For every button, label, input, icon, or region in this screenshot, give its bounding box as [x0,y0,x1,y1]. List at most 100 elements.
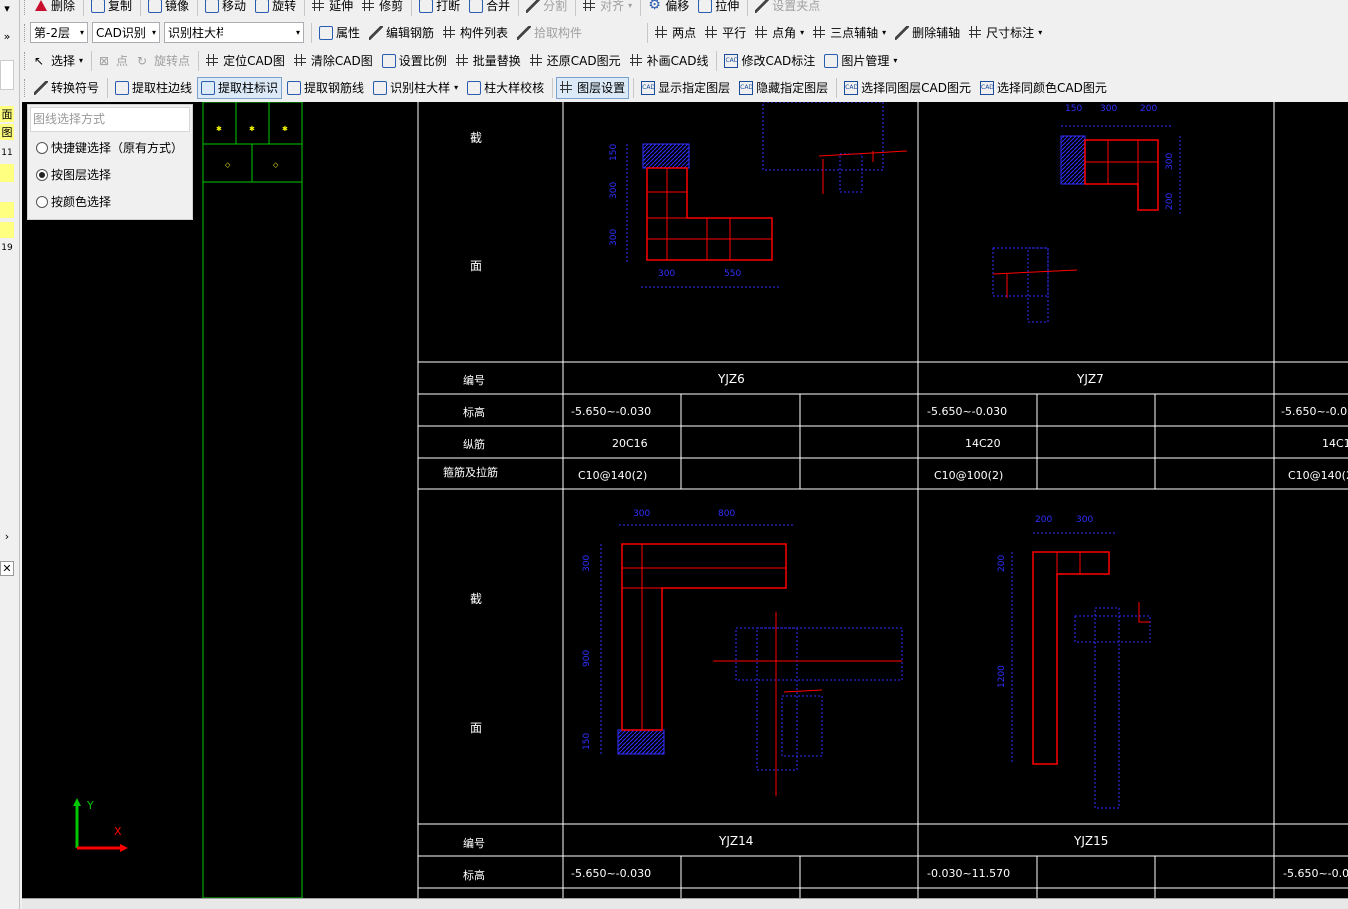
select-same-color-button[interactable]: CAD 选择同颜色CAD图元 [976,77,1111,99]
col-detail-check-button[interactable]: 柱大样校核 [463,77,548,99]
column-name-yjz6: YJZ6 [717,372,745,386]
batch-replace-button[interactable]: 批量替换 [452,50,525,72]
ucs-axis-icon: Y X [73,798,128,852]
set-grip-button[interactable]: 设置夹点 [751,0,824,17]
restore-cad-button[interactable]: 还原CAD图元 [526,50,625,72]
component-list-button[interactable]: 构件列表 [439,22,512,44]
edit-rebar-button[interactable]: 编辑钢筋 [365,22,438,44]
recognize-col-detail-button[interactable]: 识别柱大样 ▾ [369,77,462,99]
patch-cad-button[interactable]: 补画CAD线 [626,50,713,72]
copy-button[interactable]: 复制 [87,0,136,17]
break-button[interactable]: 打断 [415,0,464,17]
rotate-icon [255,0,270,13]
split-button[interactable]: 分割 [522,0,571,17]
label-section-top-1: 截 [470,131,482,145]
dimension-button[interactable]: 尺寸标注 ▾ [965,22,1046,44]
dim-yjz15-300: 300 [1076,515,1093,525]
pick-component-button[interactable]: 拾取构件 [513,22,586,44]
extract-col-edge-button[interactable]: 提取柱边线 [111,77,196,99]
section-yjz15[interactable]: 200 300 200 1200 [997,515,1151,809]
image-manage-button[interactable]: 图片管理 ▾ [820,50,901,72]
three-point-axis-button[interactable]: 三点辅轴 ▾ [809,22,890,44]
delete-button[interactable]: 删除 [30,0,79,17]
radio-by-layer[interactable] [36,168,48,181]
point-icon: ⊠ [99,53,110,68]
align-button[interactable]: 对齐 ▾ [579,0,636,17]
elevation-yjz6: -5.650~-0.030 [571,405,651,418]
modify-cad-label-icon: CAD [724,53,739,68]
move-button[interactable]: 移动 [201,0,250,17]
dim-yjz15-200: 200 [1035,515,1052,525]
dim-yjz15-200b: 200 [997,555,1007,572]
locate-cad-icon [206,53,220,68]
cad-canvas[interactable]: ✱ ✱ ✱ ◇ ◇ 截 面 编号 标高 纵筋 箍筋及拉筋 截 面 编号 标高 Y… [22,102,1348,898]
dim-yjz14-300: 300 [633,509,650,519]
clear-cad-button[interactable]: 清除CAD图 [290,50,377,72]
point-angle-button[interactable]: 点角 ▾ [751,22,808,44]
collapse-arrow-icon[interactable]: ▾ [0,2,14,15]
dim-yjz6-300b: 300 [609,182,619,199]
dim-yjz7-300b: 300 [1165,153,1175,170]
stretch-button[interactable]: 拉伸 [694,0,743,17]
extend-button[interactable]: 延伸 [308,0,357,17]
section-yjz6[interactable]: 300 550 150 300 300 [609,102,908,288]
dim-yjz6-550: 550 [724,269,741,279]
locate-cad-button[interactable]: 定位CAD图 [202,50,289,72]
option-by-layer-label: 按图层选择 [51,168,112,182]
mirror-icon [148,0,163,13]
patch-cad-icon [629,53,644,68]
select-button[interactable]: ↖ 选择 ▾ [30,50,87,72]
point-button[interactable]: ⊠ 点 [95,50,132,72]
cad-drawing[interactable]: ✱ ✱ ✱ ◇ ◇ 截 面 编号 标高 纵筋 箍筋及拉筋 截 面 编号 标高 Y… [22,102,1348,898]
select-same-layer-button[interactable]: CAD 选择同图层CAD图元 [840,77,975,99]
radio-shortcut[interactable] [36,141,48,154]
floor-select[interactable]: 第-2层 ▾ [30,22,88,43]
mirror-button[interactable]: 镜像 [144,0,193,17]
convert-symbol-button[interactable]: 转换符号 [30,77,103,99]
hide-layer-button[interactable]: CAD 隐藏指定图层 [735,77,832,99]
rotate-button[interactable]: 旋转 [251,0,300,17]
radio-by-color[interactable] [36,195,48,208]
strip-expand-icon[interactable]: › [0,530,14,543]
dimension-icon [969,25,983,40]
two-points-button[interactable]: 两点 [651,22,700,44]
col-detail-check-icon [467,80,482,95]
section-yjz7[interactable]: 150 300 200 300 200 [992,104,1181,323]
strip-yellow-1 [0,164,14,182]
extract-col-edge-icon [115,80,130,95]
left-side-strip: ▾ » 面 图 11 19 › ✕ [0,0,20,909]
merge-button[interactable]: 合并 [465,0,514,17]
cad-recognize-select[interactable]: CAD识别 ▾ [92,22,160,43]
offset-button[interactable]: 偏移 [644,0,693,17]
strip-yellow-2 [0,202,14,218]
show-layer-button[interactable]: CAD 显示指定图层 [637,77,734,99]
extract-rebar-line-button[interactable]: 提取钢筋线 [283,77,368,99]
recognize-column-select[interactable]: 识别柱大样 ▾ [164,22,304,43]
set-scale-button[interactable]: 设置比例 [378,50,451,72]
extract-col-label-button[interactable]: 提取柱标识 [197,76,283,99]
option-shortcut-label: 快捷键选择（原有方式） [51,141,184,155]
axis-x-label: X [114,825,122,838]
trim-button[interactable]: 修剪 [358,0,407,17]
rotate-point-button[interactable]: ↻ 旋转点 [133,50,194,72]
expand-arrow-icon[interactable]: » [0,30,14,43]
parallel-button[interactable]: 平行 [701,22,750,44]
edit-rebar-icon [369,25,384,40]
strip-number-1: 11 [1,148,13,158]
legend-mark-3: ✱ [282,125,288,133]
option-shortcut-select[interactable]: 快捷键选择（原有方式） [28,134,192,161]
dim-yjz14-900: 900 [582,650,592,667]
dim-yjz15-1200: 1200 [997,665,1007,688]
section-yjz14[interactable]: 300 800 300 900 150 [582,509,903,796]
layer-settings-button[interactable]: 图层设置 [556,76,630,99]
option-by-layer[interactable]: 按图层选择 [28,161,192,188]
merge-icon [469,0,484,13]
label-longitudinal-1: 纵筋 [463,437,485,451]
properties-button[interactable]: 属性 [315,22,364,44]
strip-close-icon[interactable]: ✕ [0,561,14,576]
modify-cad-label-button[interactable]: CAD 修改CAD标注 [720,50,819,72]
legend-mark-1: ✱ [216,125,222,133]
rotate-point-icon: ↻ [137,53,148,68]
delete-axis-button[interactable]: 删除辅轴 [891,22,964,44]
option-by-color[interactable]: 按颜色选择 [28,188,192,215]
